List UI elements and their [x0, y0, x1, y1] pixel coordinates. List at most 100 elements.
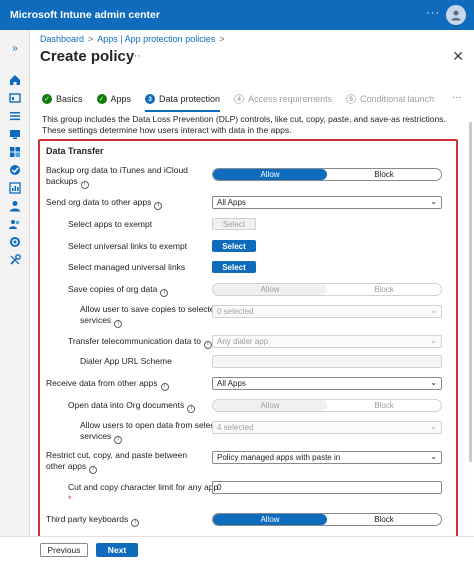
keyboards-block-option[interactable]: Block [327, 514, 441, 525]
save-copies-label: Save copies of org data i [68, 284, 169, 297]
app-title[interactable]: Microsoft Intune admin center [10, 9, 160, 21]
data-transfer-section: Data Transfer Backup org data to iTunes … [38, 139, 458, 557]
all-services-icon[interactable] [7, 108, 23, 124]
select-managed-universal-links-button[interactable]: Select [212, 261, 256, 273]
receive-dropdown[interactable]: All Apps ⌄ [212, 377, 442, 390]
tab-data-protection-label: Data protection [159, 94, 221, 104]
char-limit-input[interactable]: 0 [212, 481, 442, 494]
section-title: Data Transfer [46, 146, 104, 156]
send-dropdown[interactable]: All Apps ⌄ [212, 196, 442, 209]
allow-save-dropdown[interactable]: 0 selected ⌄ [212, 305, 442, 318]
chevron-down-icon: ⌄ [430, 306, 437, 315]
dialer-url-label: Dialer App URL Scheme [80, 356, 172, 366]
close-icon[interactable]: ✕ [452, 48, 464, 65]
allow-save-label: Allow user to save copies to selected se… [80, 304, 219, 328]
restrict-dropdown-value: Policy managed apps with paste in [217, 453, 341, 462]
telecom-label: Transfer telecommunication data to i [68, 336, 212, 349]
required-asterisk: * [68, 494, 72, 504]
page-title: Create policy [40, 48, 135, 65]
allow-open-label-line2: services [80, 431, 112, 441]
more-tabs-icon[interactable]: ··· [452, 92, 462, 103]
users-icon[interactable] [7, 198, 23, 214]
breadcrumb-separator: > [88, 34, 94, 44]
reports-icon[interactable] [7, 180, 23, 196]
save-copies-allow-option[interactable]: Allow [213, 284, 327, 295]
send-dropdown-value: All Apps [217, 198, 246, 207]
previous-button[interactable]: Previous [40, 543, 88, 557]
backup-allow-option[interactable]: Allow [213, 169, 327, 180]
endpoint-security-icon[interactable] [7, 162, 23, 178]
select-exempt-apps-button[interactable]: Select [212, 218, 256, 230]
breadcrumb: Dashboard > Apps | App protection polici… [40, 34, 224, 44]
info-icon[interactable]: i [187, 404, 196, 413]
avatar[interactable] [446, 5, 466, 25]
top-bar: Microsoft Intune admin center ··· [0, 0, 474, 30]
restrict-dropdown[interactable]: Policy managed apps with paste in ⌄ [212, 451, 442, 464]
save-copies-toggle[interactable]: Allow Block [212, 283, 442, 296]
step-number-icon: 4 [234, 94, 245, 104]
tenant-admin-icon[interactable] [7, 234, 23, 250]
info-icon[interactable]: i [131, 518, 140, 527]
restrict-label-line1: Restrict cut, copy, and paste between [46, 450, 188, 460]
tab-apps[interactable]: ✓ Apps [96, 88, 132, 110]
tab-access-requirements[interactable]: 4 Access requirements [234, 88, 332, 110]
section-description: This group includes the Data Loss Preven… [42, 114, 446, 135]
info-icon[interactable]: i [114, 319, 123, 328]
backup-toggle[interactable]: Allow Block [212, 168, 442, 181]
open-into-allow-option[interactable]: Allow [213, 400, 327, 411]
more-options-icon[interactable]: ··· [426, 7, 440, 19]
allow-save-label-line1: Allow user to save copies to selected [80, 304, 220, 314]
troubleshooting-icon[interactable] [7, 252, 23, 268]
breadcrumb-separator: > [219, 34, 225, 44]
send-label: Send org data to other apps i [46, 197, 163, 210]
step-number-icon: 3 [145, 94, 156, 104]
info-icon[interactable]: i [114, 435, 123, 444]
next-button[interactable]: Next [96, 543, 138, 557]
keyboards-toggle[interactable]: Allow Block [212, 513, 442, 526]
info-icon[interactable]: i [80, 180, 89, 189]
tab-access-requirements-label: Access requirements [248, 94, 333, 104]
dialer-url-input[interactable] [212, 355, 442, 368]
save-copies-block-option[interactable]: Block [327, 284, 441, 295]
apps-icon[interactable] [7, 144, 23, 160]
page-more-icon[interactable]: ··· [130, 50, 141, 62]
backup-block-option[interactable]: Block [327, 169, 441, 180]
dashboard-icon[interactable] [7, 90, 23, 106]
select-universal-links-button[interactable]: Select [212, 240, 256, 252]
telecom-dropdown-value: Any dialer app [217, 337, 269, 346]
allow-open-label: Allow users to open data from selected s… [80, 420, 226, 444]
open-into-block-option[interactable]: Block [327, 400, 441, 411]
step-number-icon: 5 [346, 94, 357, 104]
wizard-tabs: ✓ Basics ✓ Apps 3 Data protection 4 Acce… [42, 88, 462, 112]
devices-icon[interactable] [7, 126, 23, 142]
expand-icon[interactable]: » [7, 40, 23, 56]
info-icon[interactable]: i [203, 340, 212, 349]
info-icon[interactable]: i [160, 382, 169, 391]
groups-icon[interactable] [7, 216, 23, 232]
exempt-label: Select apps to exempt [68, 219, 153, 229]
breadcrumb-dashboard[interactable]: Dashboard [40, 34, 84, 44]
chevron-down-icon: ⌄ [430, 197, 437, 206]
info-icon[interactable]: i [154, 201, 163, 210]
info-icon[interactable]: i [160, 288, 169, 297]
open-into-toggle[interactable]: Allow Block [212, 399, 442, 412]
chevron-down-icon: ⌄ [430, 422, 437, 431]
user-icon [451, 10, 461, 21]
allow-save-dropdown-value: 0 selected [217, 307, 254, 316]
telecom-dropdown[interactable]: Any dialer app ⌄ [212, 335, 442, 348]
keyboards-allow-option[interactable]: Allow [213, 514, 327, 525]
tab-conditional-launch[interactable]: 5 Conditional launch [346, 88, 434, 110]
scrollbar[interactable] [469, 122, 472, 462]
allow-open-dropdown-value: 4 selected [217, 423, 254, 432]
send-label-text: Send org data to other apps [46, 197, 152, 207]
home-icon[interactable] [7, 72, 23, 88]
tab-basics-label: Basics [56, 94, 83, 104]
tab-basics[interactable]: ✓ Basics [42, 88, 83, 110]
breadcrumb-app-protection-policies[interactable]: Apps | App protection policies [97, 34, 215, 44]
save-copies-label-text: Save copies of org data [68, 284, 158, 294]
wizard-footer: Previous Next [0, 536, 474, 568]
tab-apps-label: Apps [110, 94, 132, 104]
info-icon[interactable]: i [89, 465, 98, 474]
allow-open-dropdown[interactable]: 4 selected ⌄ [212, 421, 442, 434]
tab-data-protection[interactable]: 3 Data protection [145, 88, 221, 112]
